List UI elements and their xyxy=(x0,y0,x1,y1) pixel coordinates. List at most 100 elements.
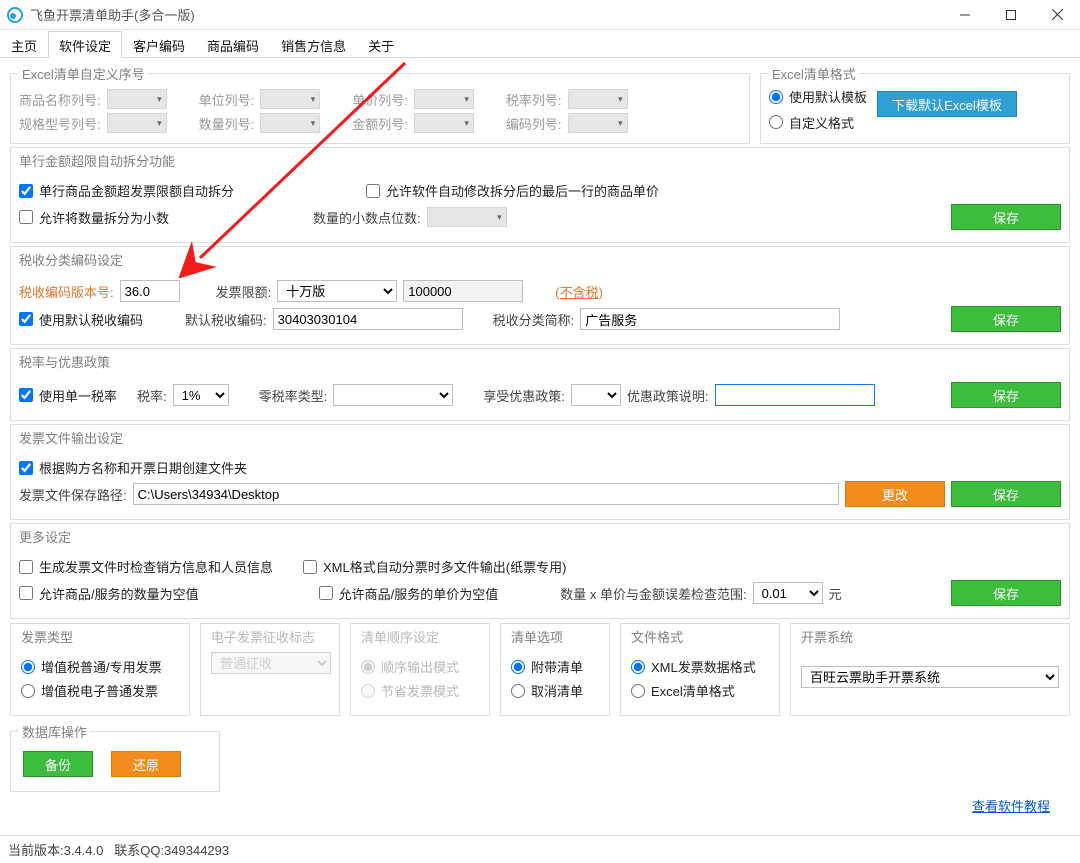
combo-qty-col: ▾ xyxy=(260,113,320,133)
label: 享受优惠政策: xyxy=(483,386,565,405)
group-title: 发票类型 xyxy=(17,627,77,646)
taxcode-version-input[interactable] xyxy=(120,280,180,302)
radio-vat-special[interactable]: 增值税普通/专用发票 xyxy=(21,657,179,676)
group-file-format: 文件格式 XML发票数据格式 Excel清单格式 xyxy=(620,623,780,716)
radio-with-list[interactable]: 附带清单 xyxy=(511,657,599,676)
label: 取消清单 xyxy=(531,681,583,700)
policy-desc-input[interactable] xyxy=(715,384,875,406)
legend: Excel清单自定义序号 xyxy=(19,64,148,83)
tab-home[interactable]: 主页 xyxy=(0,31,48,58)
save-button[interactable]: 保存 xyxy=(951,306,1061,332)
group-more-legend: 更多设定 xyxy=(10,523,1070,549)
tutorial-link[interactable]: 查看软件教程 xyxy=(972,796,1050,815)
exclude-tax-note: (不含税) xyxy=(555,282,603,301)
status-bar: 当前版本:3.4.4.0 联系QQ:349344293 xyxy=(0,835,1080,863)
chk-modify-price[interactable]: 允许软件自动修改拆分后的最后一行的商品单价 xyxy=(366,181,659,200)
label: 发票文件保存路径: xyxy=(19,485,127,504)
radio-vat-electronic[interactable]: 增值税电子普通发票 xyxy=(21,681,179,700)
label: 税收分类简称: xyxy=(493,310,575,329)
save-button[interactable]: 保存 xyxy=(951,382,1061,408)
label: 编码列号: xyxy=(506,114,562,133)
label: 优惠政策说明: xyxy=(627,386,709,405)
chk-qty-null[interactable]: 允许商品/服务的数量为空值 xyxy=(19,584,199,603)
chk-xml-multi[interactable]: XML格式自动分票时多文件输出(纸票专用) xyxy=(303,557,566,576)
chk-default-taxcode[interactable]: 使用默认税收编码 xyxy=(19,310,143,329)
minimize-button[interactable] xyxy=(942,0,988,30)
label: Excel清单格式 xyxy=(651,681,735,700)
tab-about[interactable]: 关于 xyxy=(357,31,405,58)
group-rate-legend: 税率与优惠政策 xyxy=(10,348,1070,374)
label: 默认税收编码: xyxy=(185,310,267,329)
legend: 数据库操作 xyxy=(19,722,90,741)
maximize-button[interactable] xyxy=(988,0,1034,30)
combo-price-col: ▾ xyxy=(414,89,474,109)
zero-rate-select[interactable] xyxy=(333,384,453,406)
label: 允许将数量拆分为小数 xyxy=(39,208,169,227)
label: 规格型号列号: xyxy=(19,114,101,133)
label: XML格式自动分票时多文件输出(纸票专用) xyxy=(323,557,566,576)
save-button[interactable]: 保存 xyxy=(951,481,1061,507)
policy-select[interactable] xyxy=(571,384,621,406)
tab-customer-code[interactable]: 客户编码 xyxy=(122,31,196,58)
chk-auto-split[interactable]: 单行商品金额超发票限额自动拆分 xyxy=(19,181,234,200)
label: 元 xyxy=(829,584,842,603)
group-list-option: 清单选项 附带清单 取消清单 xyxy=(500,623,610,716)
radio-no-list[interactable]: 取消清单 xyxy=(511,681,599,700)
backup-button[interactable]: 备份 xyxy=(23,751,93,777)
download-template-button[interactable]: 下载默认Excel模板 xyxy=(877,91,1017,117)
label: 允许商品/服务的数量为空值 xyxy=(39,584,199,603)
combo-spec-col: ▾ xyxy=(107,113,167,133)
group-db-ops: 数据库操作 备份 还原 xyxy=(10,722,220,792)
group-split-legend: 单行金额超限自动拆分功能 xyxy=(10,147,1070,173)
restore-button[interactable]: 还原 xyxy=(111,751,181,777)
combo-name-col: ▾ xyxy=(107,89,167,109)
billing-system-select[interactable]: 百旺云票助手开票系统 xyxy=(801,666,1059,688)
combo-rate-col: ▾ xyxy=(568,89,628,109)
label: 附带清单 xyxy=(531,657,583,676)
label: 金额列号: xyxy=(352,114,408,133)
label: 根据购方名称和开票日期创建文件夹 xyxy=(39,458,247,477)
tax-short-input[interactable] xyxy=(580,308,840,330)
taxcode-version-label: 税收编码版本号: xyxy=(19,282,114,301)
label: 零税率类型: xyxy=(259,386,328,405)
output-path-input[interactable] xyxy=(133,483,839,505)
save-button[interactable]: 保存 xyxy=(951,204,1061,230)
tab-settings[interactable]: 软件设定 xyxy=(48,31,122,58)
default-taxcode-input[interactable] xyxy=(273,308,463,330)
group-title: 开票系统 xyxy=(797,627,857,646)
radio-xml-format[interactable]: XML发票数据格式 xyxy=(631,657,769,676)
rate-select[interactable]: 1% xyxy=(173,384,229,406)
invoice-limit-select[interactable]: 十万版 xyxy=(277,280,397,302)
chk-price-null[interactable]: 允许商品/服务的单价为空值 xyxy=(319,584,499,603)
save-button[interactable]: 保存 xyxy=(951,580,1061,606)
group-einvoice-flag: 电子发票征收标志 普通征收 xyxy=(200,623,340,716)
chk-create-folder[interactable]: 根据购方名称和开票日期创建文件夹 xyxy=(19,458,247,477)
group-title: 清单顺序设定 xyxy=(357,627,443,646)
group-title: 文件格式 xyxy=(627,627,687,646)
label: XML发票数据格式 xyxy=(651,657,756,676)
tab-product-code[interactable]: 商品编码 xyxy=(196,31,270,58)
change-path-button[interactable]: 更改 xyxy=(845,481,945,507)
tab-seller-info[interactable]: 销售方信息 xyxy=(270,31,357,58)
legend: Excel清单格式 xyxy=(769,64,859,83)
chk-decimal-qty[interactable]: 允许将数量拆分为小数 xyxy=(19,208,169,227)
label: 自定义格式 xyxy=(789,113,854,132)
chk-single-rate[interactable]: 使用单一税率 xyxy=(19,386,117,405)
group-output-legend: 发票文件输出设定 xyxy=(10,424,1070,450)
window-title: 飞鱼开票清单助手(多合一版) xyxy=(30,5,942,24)
label: 数量列号: xyxy=(199,114,255,133)
label: 税率列号: xyxy=(506,90,562,109)
label: 节省发票模式 xyxy=(381,681,459,700)
label: 使用默认税收编码 xyxy=(39,310,143,329)
combo-decimal-places[interactable]: ▾ xyxy=(427,207,507,227)
radio-custom-format[interactable]: 自定义格式 xyxy=(769,113,854,132)
einvoice-flag-select: 普通征收 xyxy=(211,652,331,674)
close-button[interactable] xyxy=(1034,0,1080,30)
radio-default-template[interactable]: 使用默认模板 xyxy=(769,87,867,106)
chk-check-seller[interactable]: 生成发票文件时检查销方信息和人员信息 xyxy=(19,557,273,576)
group-excel-seq: Excel清单自定义序号 商品名称列号:▾ 单位列号:▾ 单价列号:▾ 税率列号… xyxy=(10,64,750,144)
label: 发票限额: xyxy=(216,282,272,301)
error-range-select[interactable]: 0.01 xyxy=(753,582,823,604)
radio-excel-format[interactable]: Excel清单格式 xyxy=(631,681,769,700)
invoice-limit-value xyxy=(403,280,523,302)
